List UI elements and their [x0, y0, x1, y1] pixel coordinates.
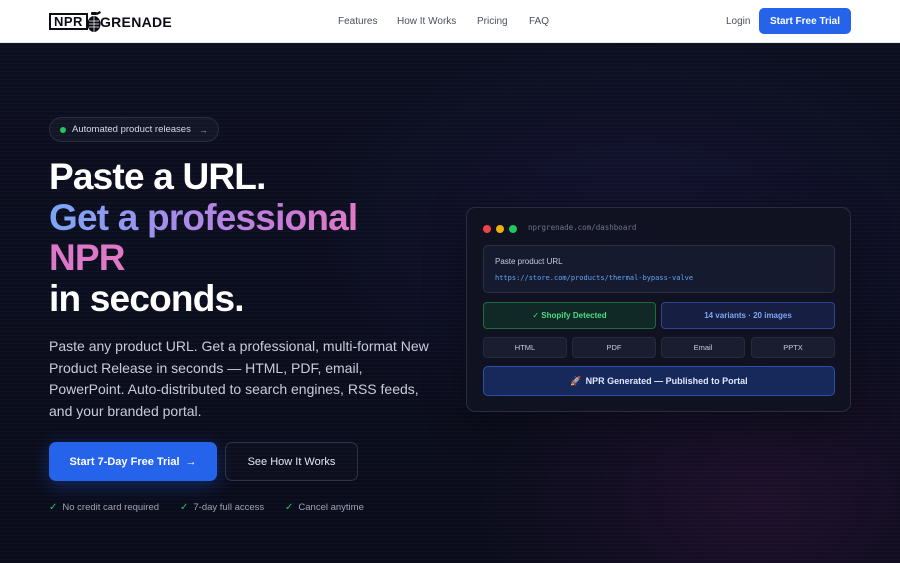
- status-dot: [60, 126, 66, 133]
- dashboard-url: nprgrenade.com/dashboard: [528, 223, 637, 232]
- headline-line-3: NPR: [49, 237, 357, 279]
- nav-link-features[interactable]: Features: [338, 16, 377, 27]
- logo-wordmark: GRENADE: [99, 13, 173, 30]
- checkmark-icon: ✓: [49, 502, 58, 513]
- start-free-trial-button[interactable]: Start Free Trial: [759, 8, 851, 34]
- arrow-right-icon: →: [185, 455, 197, 468]
- check-label: Cancel anytime: [298, 502, 364, 513]
- login-link[interactable]: Login: [726, 16, 750, 27]
- variants-badge: 14 variants · 20 images: [661, 302, 835, 329]
- npr-generated-banner: 🚀 NPR Generated — Published to Portal: [483, 366, 835, 396]
- badge-label: Automated product releases: [72, 124, 191, 135]
- headline-line-1: Paste a URL.: [49, 156, 266, 197]
- format-pptx-chip[interactable]: PPTX: [751, 337, 835, 358]
- nav-link-how-it-works[interactable]: How It Works: [397, 16, 456, 27]
- grenade-icon: [87, 10, 101, 32]
- rocket-icon: 🚀: [570, 375, 582, 386]
- product-url-input[interactable]: Paste product URL https://store.com/prod…: [483, 245, 835, 293]
- check-label: No credit card required: [62, 502, 160, 513]
- top-navbar: NPR GRENADE Features How It Works Pricin…: [0, 0, 900, 43]
- check-item: ✓ Cancel anytime: [285, 502, 364, 513]
- window-maximize-dot: [509, 225, 517, 233]
- window-minimize-dot: [496, 225, 504, 233]
- checkmark-icon: ✓: [285, 502, 294, 513]
- url-input-value: https://store.com/products/thermal-bypas…: [495, 274, 694, 282]
- logo-npr-box: NPR: [49, 13, 88, 30]
- format-pdf-chip[interactable]: PDF: [572, 337, 656, 358]
- headline-line-2: Get a professional: [49, 196, 358, 238]
- window-close-dot: [483, 225, 491, 233]
- format-email-chip[interactable]: Email: [661, 337, 745, 358]
- nav-link-faq[interactable]: FAQ: [529, 16, 549, 27]
- check-item: ✓ No credit card required: [49, 502, 159, 513]
- headline-line-4: in seconds.: [49, 277, 245, 319]
- dashboard-preview-card: nprgrenade.com/dashboard Paste product U…: [466, 207, 851, 412]
- url-input-label: Paste product URL: [495, 257, 563, 266]
- brand-logo[interactable]: NPR GRENADE: [49, 8, 172, 35]
- check-item: ✓ 7-day full access: [180, 502, 264, 513]
- check-label: 7-day full access: [193, 502, 265, 513]
- see-how-it-works-button[interactable]: See How It Works: [225, 442, 358, 481]
- arrow-right-icon: →: [198, 124, 208, 135]
- start-trial-label: Start 7-Day Free Trial: [69, 455, 180, 468]
- hero-headline: Paste a URL. Get a professional NPR in s…: [49, 156, 358, 319]
- shopify-detected-badge: ✓ Shopify Detected: [483, 302, 656, 329]
- format-html-chip[interactable]: HTML: [483, 337, 567, 358]
- checkmark-icon: ✓: [180, 502, 189, 513]
- start-trial-button[interactable]: Start 7-Day Free Trial →: [49, 442, 217, 481]
- hero-subtext: Paste any product URL. Get a professiona…: [49, 338, 429, 419]
- nav-link-pricing[interactable]: Pricing: [477, 16, 508, 27]
- generated-label: NPR Generated — Published to Portal: [585, 376, 748, 386]
- announcement-badge[interactable]: Automated product releases →: [49, 117, 219, 142]
